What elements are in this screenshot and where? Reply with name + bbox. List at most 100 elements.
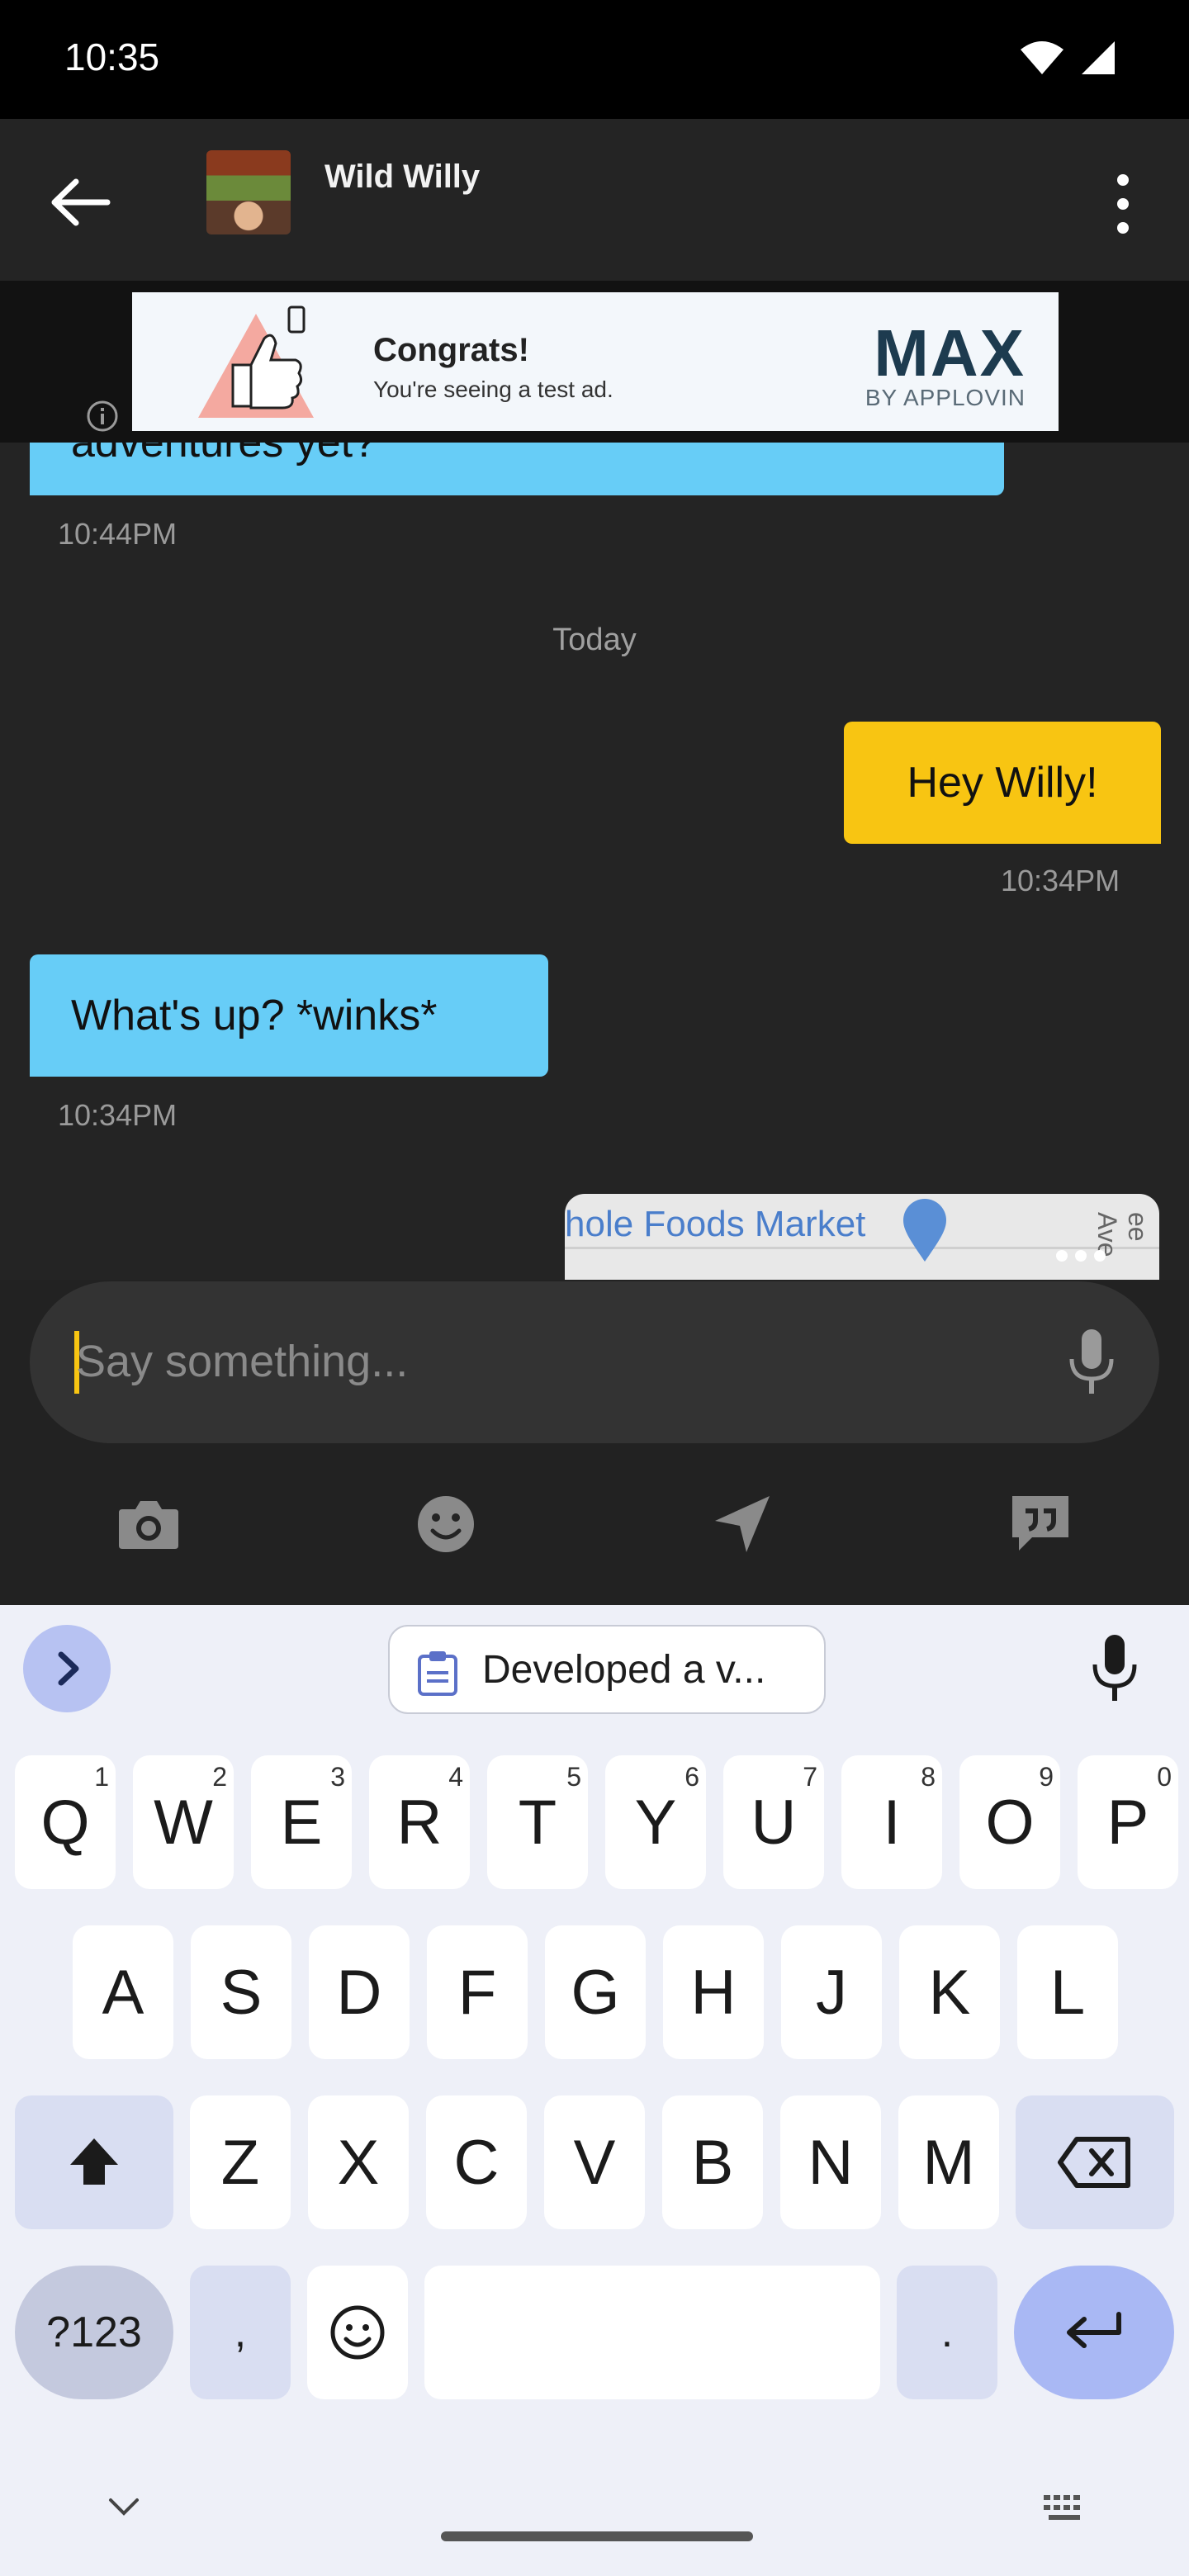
key-a[interactable]: A <box>73 1925 173 2059</box>
chat-header: Wild Willy <box>0 119 1189 281</box>
microphone-icon[interactable] <box>1067 1328 1116 1397</box>
enter-key[interactable] <box>1014 2266 1174 2399</box>
key-label: B <box>691 2127 734 2198</box>
symbols-key[interactable]: ?123 <box>15 2266 173 2399</box>
message-bubble-incoming[interactable]: adventures yet? <box>30 443 1004 495</box>
message-timestamp: 10:34PM <box>1001 864 1120 897</box>
key-label: X <box>337 2127 380 2198</box>
message-bubble-incoming[interactable]: What's up? *winks* <box>30 954 548 1077</box>
enter-icon <box>1067 2312 1121 2348</box>
key-label: H <box>690 1957 737 2028</box>
symbols-key-label: ?123 <box>46 2308 142 2356</box>
key-hint: 0 <box>1157 1762 1172 1792</box>
key-c[interactable]: C <box>426 2095 527 2229</box>
message-timestamp: 10:34PM <box>58 1098 178 1132</box>
thumbs-up-icon <box>198 305 314 418</box>
key-p[interactable]: P0 <box>1078 1755 1178 1889</box>
key-hint: 8 <box>921 1762 936 1792</box>
day-separator: Today <box>552 623 637 657</box>
emoji-icon[interactable] <box>413 1491 479 1557</box>
location-arrow-icon[interactable] <box>710 1491 776 1557</box>
message-timestamp: 10:44PM <box>58 517 178 551</box>
key-label: T <box>518 1787 557 1858</box>
key-j[interactable]: J <box>781 1925 882 2059</box>
clipboard-icon <box>418 1651 457 1696</box>
key-hint: 3 <box>330 1762 345 1792</box>
key-label: Z <box>220 2127 260 2198</box>
key-g[interactable]: G <box>545 1925 646 2059</box>
key-s[interactable]: S <box>191 1925 291 2059</box>
key-label: Y <box>634 1787 677 1858</box>
camera-icon[interactable] <box>116 1491 182 1557</box>
message-input[interactable]: Say something... <box>76 1336 408 1387</box>
key-label: S <box>220 1957 263 2028</box>
keyboard-mic-icon[interactable] <box>1090 1633 1139 1704</box>
map-preview[interactable]: hole Foods Market ee Ave <box>565 1194 1159 1280</box>
key-q[interactable]: Q1 <box>15 1755 116 1889</box>
back-arrow-icon[interactable] <box>43 165 117 239</box>
key-h[interactable]: H <box>663 1925 764 2059</box>
key-b[interactable]: B <box>662 2095 763 2229</box>
ad-subtext: You're seeing a test ad. <box>373 376 613 402</box>
key-r[interactable]: R4 <box>369 1755 470 1889</box>
key-label: U <box>751 1787 797 1858</box>
ad-info-icon[interactable] <box>86 400 119 433</box>
key-e[interactable]: E3 <box>251 1755 352 1889</box>
status-time: 10:35 <box>64 36 160 78</box>
message-text: adventures yet? <box>71 443 377 466</box>
keyboard-switch-icon[interactable] <box>1042 2493 1088 2523</box>
key-label: R <box>396 1787 443 1858</box>
ad-banner[interactable]: Congrats! You're seeing a test ad. MAX B… <box>132 292 1059 431</box>
key-label: P <box>1106 1787 1149 1858</box>
message-list[interactable]: adventures yet? 10:44PM Today Hey Willy!… <box>0 443 1189 1280</box>
space-key[interactable] <box>424 2266 880 2399</box>
key-u[interactable]: U7 <box>723 1755 824 1889</box>
emoji-key[interactable] <box>307 2266 408 2399</box>
status-bar: 10:35 <box>0 0 1189 119</box>
key-label: E <box>280 1787 323 1858</box>
contact-avatar[interactable] <box>206 150 291 234</box>
key-label: F <box>457 1957 497 2028</box>
key-z[interactable]: Z <box>190 2095 291 2229</box>
key-hint: 2 <box>212 1762 227 1792</box>
key-label: A <box>102 1957 144 2028</box>
backspace-icon <box>1058 2137 1130 2188</box>
keyboard-expand-button[interactable] <box>23 1625 111 1712</box>
clipboard-suggestion-chip[interactable]: Developed a v... <box>388 1625 826 1714</box>
shift-icon <box>70 2138 118 2185</box>
more-options-icon[interactable] <box>1090 167 1156 241</box>
hide-keyboard-chevron-icon[interactable] <box>104 2490 144 2523</box>
key-label: V <box>573 2127 616 2198</box>
key-v[interactable]: V <box>544 2095 645 2229</box>
key-label: D <box>336 1957 382 2028</box>
message-input-container[interactable]: Say something... <box>30 1281 1159 1443</box>
shift-key[interactable] <box>15 2095 173 2229</box>
key-i[interactable]: I8 <box>841 1755 942 1889</box>
key-label: O <box>985 1787 1035 1858</box>
wifi-icon <box>1021 41 1063 74</box>
key-w[interactable]: W2 <box>133 1755 234 1889</box>
period-key[interactable]: . <box>897 2266 997 2399</box>
key-m[interactable]: M <box>898 2095 999 2229</box>
key-d[interactable]: D <box>309 1925 410 2059</box>
key-hint: 6 <box>685 1762 699 1792</box>
map-more-icon[interactable] <box>1052 1243 1110 1268</box>
key-x[interactable]: X <box>308 2095 409 2229</box>
key-label: K <box>928 1957 971 2028</box>
quote-icon[interactable] <box>1007 1491 1073 1557</box>
message-bubble-outgoing[interactable]: Hey Willy! <box>844 722 1161 844</box>
key-n[interactable]: N <box>780 2095 881 2229</box>
key-l[interactable]: L <box>1017 1925 1118 2059</box>
key-f[interactable]: F <box>427 1925 528 2059</box>
key-y[interactable]: Y6 <box>605 1755 706 1889</box>
home-gesture-bar[interactable] <box>441 2531 753 2541</box>
key-o[interactable]: O9 <box>959 1755 1060 1889</box>
ad-brand-sub: BY APPLOVIN <box>865 385 1026 410</box>
comma-key[interactable]: , <box>190 2266 291 2399</box>
ad-headline: Congrats! <box>373 332 529 368</box>
contact-name[interactable]: Wild Willy <box>324 159 480 196</box>
key-k[interactable]: K <box>899 1925 1000 2059</box>
suggestion-text: Developed a v... <box>482 1647 766 1692</box>
backspace-key[interactable] <box>1016 2095 1174 2229</box>
key-t[interactable]: T5 <box>487 1755 588 1889</box>
